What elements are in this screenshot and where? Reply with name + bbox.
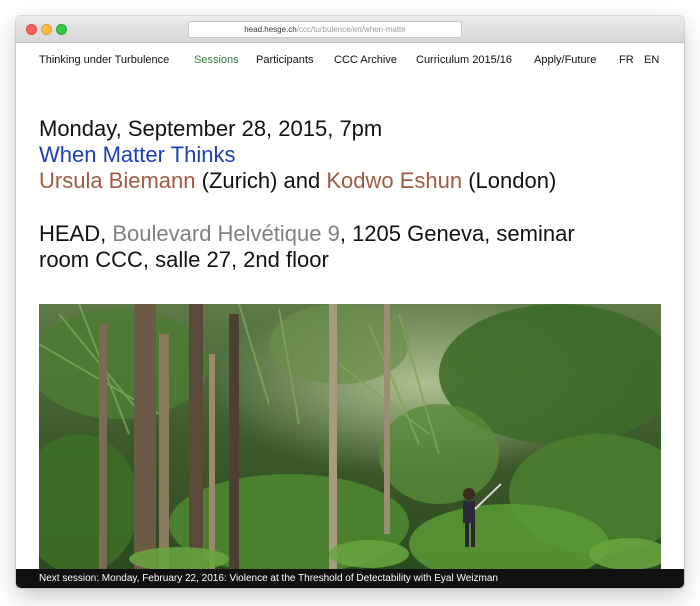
venue-street-link[interactable]: Boulevard Helvétique 9 (112, 221, 339, 246)
venue-name: HEAD, (39, 221, 113, 246)
nav-item-participants[interactable]: Participants (256, 54, 313, 66)
nav-item-curriculum[interactable]: Curriculum 2015/16 (416, 54, 512, 66)
url-host: head.hesge.ch (244, 25, 297, 34)
event-title[interactable]: When Matter Thinks (39, 142, 679, 168)
nav-item-apply-future[interactable]: Apply/Future (534, 54, 596, 66)
next-session-text[interactable]: Next session: Monday, February 22, 2016:… (39, 569, 498, 588)
event-venue-line2: room CCC, salle 27, 2nd floor (39, 247, 329, 272)
nav-item-language-en[interactable]: EN (644, 54, 659, 66)
speaker1-city: (Zurich) and (195, 168, 327, 193)
event-date: Monday, September 28, 2015, 7pm (39, 116, 383, 141)
main-nav: Thinking under Turbulence Sessions Parti… (16, 52, 684, 72)
close-window-icon[interactable] (26, 24, 37, 35)
nav-item-language-fr[interactable]: FR (619, 54, 634, 66)
address-bar[interactable]: head.hesge.ch/ccc/turbulence/en/when-mat… (188, 21, 462, 38)
event-venue-line1: HEAD, Boulevard Helvétique 9, 1205 Genev… (39, 221, 679, 247)
browser-window: head.hesge.ch/ccc/turbulence/en/when-mat… (16, 16, 684, 588)
nav-item-sessions[interactable]: Sessions (194, 54, 239, 66)
zoom-window-icon[interactable] (56, 24, 67, 35)
browser-titlebar: head.hesge.ch/ccc/turbulence/en/when-mat… (16, 16, 684, 43)
event-speakers: Ursula Biemann (Zurich) and Kodwo Eshun … (39, 168, 679, 194)
speaker-link-eshun[interactable]: Kodwo Eshun (326, 168, 462, 193)
event-photo-rainforest (39, 304, 661, 570)
url-path: /ccc/turbulence/en/when-matte (296, 25, 406, 34)
venue-city: , 1205 Geneva, seminar (339, 221, 575, 246)
speaker-link-biemann[interactable]: Ursula Biemann (39, 168, 196, 193)
minimize-window-icon[interactable] (41, 24, 52, 35)
nav-item-thinking-under-turbulence[interactable]: Thinking under Turbulence (39, 54, 169, 66)
speaker2-city: (London) (462, 168, 557, 193)
next-session-banner[interactable]: Next session: Monday, February 22, 2016:… (16, 569, 684, 588)
nav-item-ccc-archive[interactable]: CCC Archive (334, 54, 397, 66)
event-details: Monday, September 28, 2015, 7pm When Mat… (39, 116, 679, 273)
